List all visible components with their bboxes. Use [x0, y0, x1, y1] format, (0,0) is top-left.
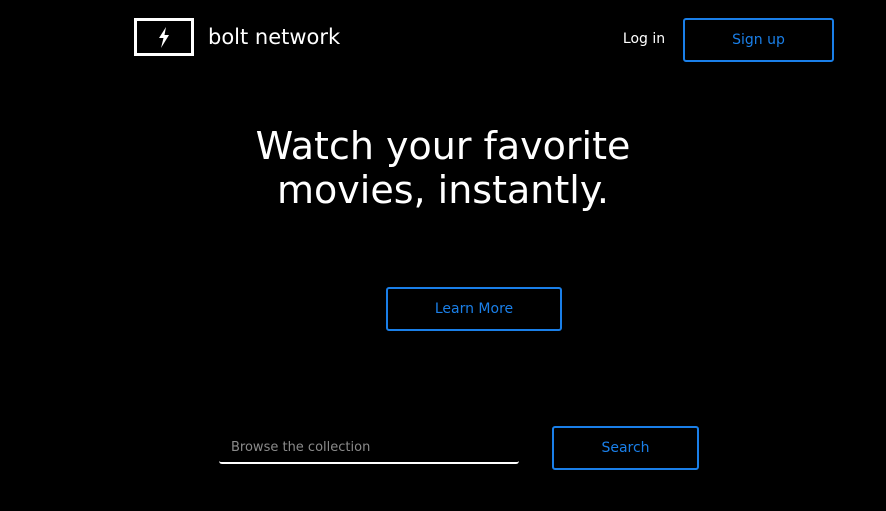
hero-heading-line-1: Watch your favorite: [255, 124, 631, 168]
learn-more-button[interactable]: Learn More: [386, 287, 562, 331]
hero-heading: Watch your favorite movies, instantly.: [0, 124, 886, 212]
brand-name: bolt network: [208, 25, 341, 49]
brand-logo-link[interactable]: bolt network: [134, 18, 340, 56]
signup-button[interactable]: Sign up: [683, 18, 834, 62]
search-input[interactable]: [219, 432, 519, 464]
search-button[interactable]: Search: [552, 426, 699, 470]
hero-heading-line-2: movies, instantly.: [277, 168, 609, 212]
login-link[interactable]: Log in: [620, 29, 668, 49]
bolt-icon: [134, 18, 194, 56]
